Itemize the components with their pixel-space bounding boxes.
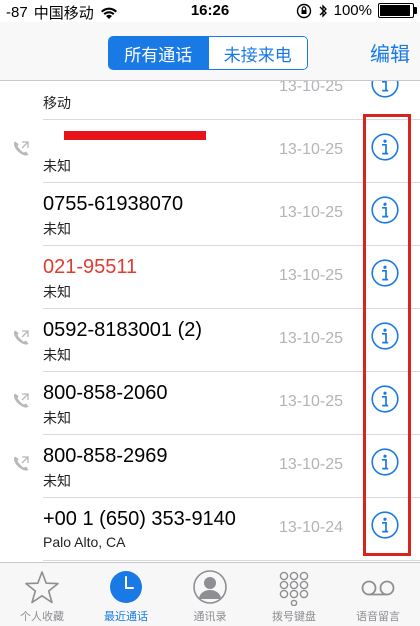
segment-all-calls[interactable]: 所有通话 <box>109 37 208 69</box>
annotation-highlight-box <box>363 114 411 556</box>
contact-icon <box>193 570 227 604</box>
tab-voicemail[interactable]: 语音留言 <box>336 563 420 626</box>
call-date: 13-10-25 <box>279 393 344 410</box>
battery-percent: 100% <box>333 2 372 19</box>
call-number: 021-95511 <box>43 256 138 278</box>
call-row[interactable]: 0755-61938070 未知 13-10-25 <box>0 183 420 246</box>
tab-contacts[interactable]: 通讯录 <box>168 563 252 626</box>
tab-label: 最近通话 <box>104 611 148 623</box>
outgoing-call-icon <box>13 141 29 156</box>
voicemail-icon <box>361 580 395 596</box>
tab-recents[interactable]: 最近通话 <box>84 563 168 626</box>
tab-bar: 个人收藏 最近通话 通讯录 拨号键盘 语音留言 <box>0 562 420 626</box>
call-row[interactable]: 未知 13-10-25 <box>0 120 420 183</box>
call-number: 800-858-2060 <box>43 382 168 404</box>
recent-calls-list: 移动 13-10-25 未知 13-10-25 0755-61938070 未知 13-10… <box>0 81 420 562</box>
call-number: 0755-61938070 <box>43 193 184 215</box>
tab-label: 语音留言 <box>356 611 400 623</box>
redaction-bar <box>64 131 206 140</box>
call-label: 未知 <box>43 410 71 426</box>
status-bar: -87 中国移动 16:26 100% <box>0 0 420 22</box>
battery-fill <box>380 5 410 16</box>
call-date: 13-10-25 <box>279 141 344 158</box>
orientation-lock-icon <box>296 3 311 18</box>
nav-bar: 所有通话 未接来电 编辑 <box>0 22 420 81</box>
call-row[interactable]: +00 1 (650) 353-9140 Palo Alto, CA 13-10-2… <box>0 498 420 561</box>
tab-favorites[interactable]: 个人收藏 <box>0 563 84 626</box>
call-row[interactable]: 移动 13-10-25 <box>0 81 420 120</box>
info-button-icon[interactable] <box>371 81 399 98</box>
status-right: 100% <box>296 2 417 19</box>
tab-label: 拨号键盘 <box>272 611 316 623</box>
tab-label: 通讯录 <box>193 611 227 623</box>
call-date: 13-10-25 <box>279 81 344 95</box>
call-date: 13-10-25 <box>279 267 344 284</box>
call-number: +00 1 (650) 353-9140 <box>43 508 236 530</box>
call-row[interactable]: 0592-8183001 (2) 未知 13-10-25 <box>0 309 420 372</box>
call-label: 未知 <box>43 473 71 489</box>
call-label: 未知 <box>43 347 71 363</box>
call-row[interactable]: 021-95511 未知 13-10-25 <box>0 246 420 309</box>
call-date: 13-10-25 <box>279 204 344 221</box>
outgoing-call-icon <box>13 456 29 471</box>
outgoing-call-icon <box>13 330 29 345</box>
call-date: 13-10-25 <box>279 330 344 347</box>
call-label: 移动 <box>43 95 71 111</box>
call-label: Palo Alto, CA <box>43 534 126 550</box>
call-filter-segmented-control: 所有通话 未接来电 <box>108 36 308 70</box>
call-number: 0592-8183001 (2) <box>43 319 203 341</box>
battery-icon <box>378 3 417 18</box>
edit-button[interactable]: 编辑 <box>370 38 410 67</box>
call-date: 13-10-25 <box>279 456 344 473</box>
tab-keypad[interactable]: 拨号键盘 <box>252 563 336 626</box>
star-icon <box>25 571 59 604</box>
call-date: 13-10-24 <box>279 519 344 536</box>
call-label: 未知 <box>43 221 71 237</box>
call-label: 未知 <box>43 158 71 174</box>
keypad-icon <box>279 571 309 606</box>
row-divider <box>43 560 420 561</box>
outgoing-call-icon <box>13 393 29 408</box>
call-row[interactable]: 800-858-2060 未知 13-10-25 <box>0 372 420 435</box>
clock-icon <box>110 571 142 603</box>
segment-missed-calls[interactable]: 未接来电 <box>207 37 307 69</box>
tab-label: 个人收藏 <box>20 611 64 623</box>
bluetooth-icon <box>319 3 327 18</box>
call-number: 800-858-2969 <box>43 445 168 467</box>
call-label: 未知 <box>43 284 71 300</box>
call-row[interactable]: 800-858-2969 未知 13-10-25 <box>0 435 420 498</box>
